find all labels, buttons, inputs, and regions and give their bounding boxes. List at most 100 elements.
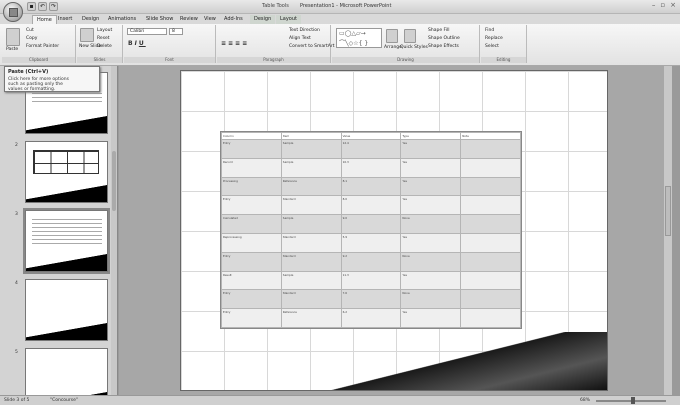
table-cell[interactable]: Processing — [221, 176, 282, 197]
table-cell[interactable] — [460, 270, 521, 291]
tab-view[interactable]: View — [200, 15, 220, 24]
save-icon[interactable]: ▪ — [27, 2, 36, 11]
maximize-icon[interactable]: ▫ — [660, 1, 665, 9]
table-cell[interactable]: Yes — [400, 195, 462, 216]
table-cell[interactable]: Standard — [280, 251, 342, 272]
convert-smartart-button[interactable]: Convert to SmartArt — [289, 44, 334, 49]
data-table[interactable]: Column Item Value Type Note Entry Sample 12.4 Y… — [221, 132, 521, 328]
shape-outline-button[interactable]: Shape Outline — [428, 36, 460, 41]
slide-thumbnail-4[interactable] — [25, 279, 108, 341]
copy-button[interactable]: Copy — [26, 36, 37, 41]
table-cell[interactable]: Entry — [221, 289, 282, 310]
minimize-icon[interactable]: – — [652, 1, 656, 9]
table-cell[interactable]: Standard — [280, 289, 342, 310]
tab-design[interactable]: Design — [78, 15, 103, 24]
table-cell[interactable] — [460, 176, 521, 197]
table-cell[interactable]: Yes — [400, 139, 462, 159]
table-cell[interactable]: Sample — [280, 139, 342, 159]
tab-table-layout[interactable]: Layout — [276, 15, 301, 24]
table-cell[interactable]: None — [400, 289, 462, 310]
table-cell[interactable]: 7.6 — [340, 289, 402, 310]
table-cell[interactable]: 9.2 — [340, 251, 402, 272]
find-button[interactable]: Find — [485, 28, 494, 33]
scrollbar-thumb[interactable] — [665, 186, 671, 236]
table-cell[interactable]: 8.1 — [340, 176, 402, 197]
table-cell[interactable]: Result — [221, 270, 282, 291]
paste-icon[interactable] — [6, 28, 20, 46]
table-cell[interactable]: Standard — [280, 195, 342, 216]
table-cell[interactable]: Reprocessing — [221, 232, 282, 253]
shapes-gallery[interactable]: ▭◯△▱→ ⌒╲◇☆{ } — [336, 28, 382, 48]
quick-styles-button[interactable]: Quick Styles — [400, 45, 428, 50]
undo-icon[interactable]: ↶ — [38, 2, 47, 11]
zoom-slider-knob[interactable] — [631, 397, 635, 404]
paste-button-label[interactable]: Paste — [6, 47, 18, 52]
office-button[interactable] — [3, 2, 23, 22]
table-cell[interactable]: 12.4 — [340, 139, 402, 159]
select-button[interactable]: Select — [485, 44, 499, 49]
replace-button[interactable]: Replace — [485, 36, 503, 41]
font-name-combo[interactable]: Calibri — [127, 28, 167, 35]
table-cell[interactable]: 11.3 — [340, 270, 402, 291]
table-cell[interactable] — [460, 289, 521, 310]
table-cell[interactable]: None — [400, 251, 462, 272]
slide-thumbnail-2[interactable] — [25, 141, 108, 203]
alignment-buttons[interactable]: ≡≡≡≡ — [221, 40, 249, 47]
shape-effects-button[interactable]: Shape Effects — [428, 44, 459, 49]
slide-thumbnail-5[interactable] — [25, 348, 108, 395]
arrange-icon[interactable] — [386, 29, 398, 43]
tab-review[interactable]: Review — [176, 15, 202, 24]
table-cell[interactable]: Sample — [280, 214, 342, 234]
table-cell[interactable] — [460, 251, 521, 272]
format-painter-button[interactable]: Format Painter — [26, 44, 59, 49]
table-header-cell[interactable]: Note — [460, 132, 521, 140]
tab-insert[interactable]: Insert — [54, 15, 76, 24]
table-cell[interactable]: None — [400, 214, 462, 234]
slide-thumbnail-3[interactable] — [23, 208, 110, 274]
redo-icon[interactable]: ↷ — [49, 2, 58, 11]
table-cell[interactable]: Entry — [221, 308, 282, 328]
new-slide-icon[interactable] — [80, 28, 94, 42]
table-cell[interactable]: Yes — [400, 270, 462, 291]
table-header-cell[interactable]: Value — [340, 132, 402, 140]
scrollbar-thumb[interactable] — [112, 151, 116, 211]
slide-table[interactable]: Column Item Value Type Note Entry Sample 12.4 Y… — [220, 131, 522, 329]
editing-scrollbar[interactable] — [664, 66, 672, 395]
shape-fill-button[interactable]: Shape Fill — [428, 28, 450, 33]
table-cell[interactable]: Entry — [221, 251, 282, 272]
table-header-cell[interactable]: Column — [221, 132, 282, 140]
close-icon[interactable]: × — [670, 1, 676, 9]
align-text-button[interactable]: Align Text — [289, 36, 311, 41]
table-cell[interactable]: Sample — [280, 270, 342, 291]
table-cell[interactable]: Standard — [280, 232, 342, 253]
tab-add-ins[interactable]: Add-Ins — [220, 15, 247, 24]
table-cell[interactable] — [460, 195, 521, 216]
layout-button[interactable]: Layout — [97, 28, 112, 33]
table-cell[interactable] — [460, 139, 521, 159]
current-slide[interactable]: Column Item Value Type Note Entry Sample 12.4 Y… — [180, 70, 608, 391]
table-cell[interactable]: Calculated — [221, 214, 282, 234]
table-cell[interactable] — [460, 214, 521, 234]
table-cell[interactable]: Yes — [400, 157, 462, 178]
table-header-cell[interactable]: Type — [400, 132, 462, 140]
table-cell[interactable]: Yes — [400, 308, 462, 328]
table-cell[interactable]: 6.2 — [340, 308, 402, 328]
table-cell[interactable]: 10.3 — [340, 157, 402, 178]
delete-button[interactable]: Delete — [97, 44, 112, 49]
reset-button[interactable]: Reset — [97, 36, 110, 41]
quick-styles-icon[interactable] — [404, 29, 416, 43]
tab-table-design[interactable]: Design — [250, 15, 276, 24]
table-cell[interactable] — [460, 232, 521, 253]
table-cell[interactable]: Yes — [400, 176, 462, 197]
underline-icon[interactable]: U — [139, 40, 146, 47]
table-cell[interactable] — [460, 157, 521, 178]
table-cell[interactable]: Entry — [221, 195, 282, 216]
table-cell[interactable]: Record — [221, 157, 282, 178]
thumbnail-scrollbar[interactable] — [111, 66, 117, 395]
table-cell[interactable]: 9.0 — [340, 214, 402, 234]
table-cell[interactable]: 8.0 — [340, 195, 402, 216]
bold-icon[interactable]: B — [128, 40, 135, 47]
table-cell[interactable]: Reference — [280, 176, 342, 197]
tab-animations[interactable]: Animations — [104, 15, 140, 24]
table-cell[interactable]: Reference — [280, 308, 342, 328]
